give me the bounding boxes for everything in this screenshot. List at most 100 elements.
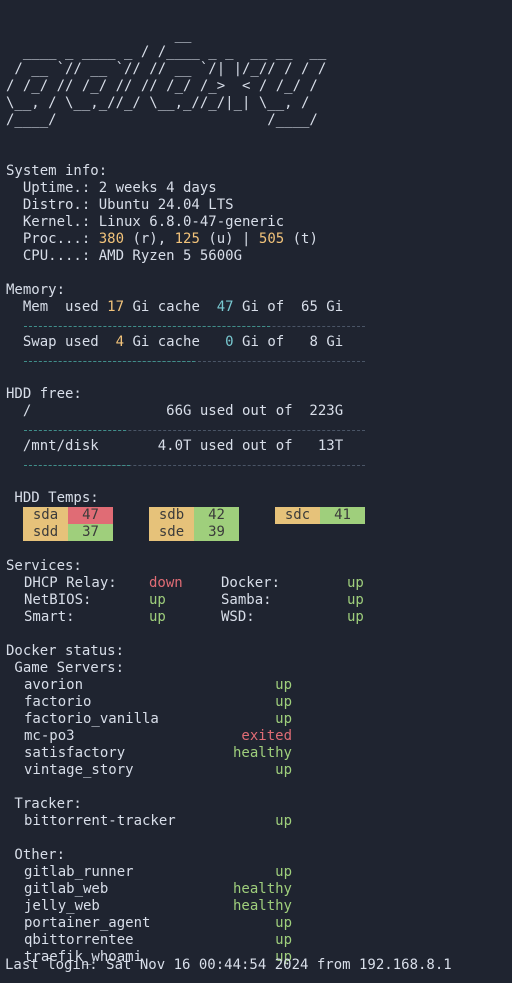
proc-total: 505 (258, 231, 285, 247)
container-status: exited (241, 728, 292, 744)
other-containers-list: gitlab_runner up gitlab_web healthy jelly_we… (6, 864, 512, 966)
container-status: up (275, 711, 292, 727)
mem-label: Mem used (6, 299, 108, 315)
root-disk-bar (24, 422, 365, 431)
service-row: DHCP Relay: down Docker: up (6, 575, 512, 592)
disk-temp-sdb: sdb 42 (149, 507, 239, 524)
mem-usage-fill (24, 326, 270, 327)
service-name: NetBIOS: (24, 592, 92, 608)
mem-mid: Gi cache (124, 299, 217, 315)
container-status: up (275, 694, 292, 710)
ascii-banner: __ ____ _ ____ _ / /____ _ _ __ __ __ / … (6, 27, 512, 129)
distro-label: Distro.: (6, 197, 99, 213)
proc-running: 380 (98, 231, 125, 247)
proc-line: Proc...: 380 (r), 125 (u) | 505 (t) (6, 231, 512, 248)
mem-line: Mem used 17 Gi cache 47 Gi of 65 Gi (6, 299, 512, 316)
docker-status-section: Docker status: Game Servers: avorion up fa… (6, 643, 512, 966)
disk-temp: 39 (194, 524, 239, 541)
mem-usage-bar (24, 318, 365, 327)
temp-row: sda 47 sdb 42 sdc 41 (6, 507, 512, 524)
section-heading: System info: (6, 163, 108, 179)
container-row: qbittorrentee up (6, 932, 512, 949)
hdd-free-section: HDD free: / 66G used out of 223G /mnt/di… (6, 386, 512, 466)
hdd-temps-section: HDD Temps: sda 47 sdb 42 sdc 41 sdd 37 sde 39 (6, 490, 512, 541)
container-status: up (275, 677, 292, 693)
container-row: portainer_agent up (6, 915, 512, 932)
container-row: avorion up (6, 677, 512, 694)
container-name: mc-po3 (24, 728, 75, 744)
proc-u-suffix: (u) | (199, 231, 259, 247)
service-name: Smart: (24, 609, 75, 625)
container-status: up (275, 813, 292, 829)
service-row: NetBIOS: up Samba: up (6, 592, 512, 609)
section-heading: Services: (6, 558, 82, 574)
container-status: healthy (232, 745, 292, 761)
container-name: gitlab_web (24, 881, 109, 897)
swap-label: Swap used (6, 334, 116, 350)
container-name: qbittorrentee (24, 932, 134, 948)
disk-name: sdc (275, 507, 320, 524)
disk-temp-sda: sda 47 (23, 507, 113, 524)
swap-mid: Gi cache (124, 334, 226, 350)
container-status: up (275, 915, 292, 931)
proc-r-suffix: (r), (124, 231, 175, 247)
service-row: Smart: up WSD: up (6, 609, 512, 626)
disk-temp: 41 (320, 507, 365, 524)
cpu-line: CPU....: AMD Ryzen 5 5600G (6, 248, 512, 265)
container-name: factorio (24, 694, 92, 710)
tracker-list: bittorrent-tracker up (6, 813, 512, 830)
container-status: up (275, 932, 292, 948)
container-row: gitlab_web healthy (6, 881, 512, 898)
kernel-value: Linux 6.8.0-47-generic (98, 214, 285, 230)
distro-line: Distro.: Ubuntu 24.04 LTS (6, 197, 512, 214)
ascii-line: \__, / \__,_//_/ \__,_//_/|_| \__, / (6, 95, 310, 111)
disk-temp: 42 (194, 507, 239, 524)
container-name: satisfactory (24, 745, 126, 761)
proc-user: 125 (174, 231, 200, 247)
service-status: up (347, 592, 364, 608)
container-name: jelly_web (24, 898, 100, 914)
kernel-label: Kernel.: (6, 214, 99, 230)
service-name: WSD: (221, 609, 255, 625)
disk-name: sde (149, 524, 194, 541)
root-disk-fill (24, 430, 127, 431)
container-name: vintage_story (24, 762, 134, 778)
mem-used: 17 (107, 299, 125, 315)
disk-name: sdb (149, 507, 194, 524)
service-status: down (149, 575, 183, 591)
container-status: up (275, 762, 292, 778)
disk-name: sda (23, 507, 68, 524)
swap-cache: 0 (225, 334, 234, 350)
container-name: factorio_vanilla (24, 711, 159, 727)
ascii-line: /____/ /____/ (6, 112, 318, 128)
section-heading: HDD free: (6, 386, 82, 402)
section-heading: Memory: (6, 282, 66, 298)
terminal-output[interactable]: __ ____ _ ____ _ / /____ _ _ __ __ __ / … (6, 27, 512, 966)
container-status: healthy (232, 881, 292, 897)
proc-label: Proc...: (6, 231, 99, 247)
container-row: vintage_story up (6, 762, 512, 779)
swap-usage-fill (24, 361, 195, 362)
disk-temp: 37 (68, 524, 113, 541)
container-name: gitlab_runner (24, 864, 134, 880)
last-login-line: Last login: Sat Nov 16 00:44:54 2024 fro… (5, 957, 452, 973)
ascii-line: ____ _ ____ _ / /____ _ _ __ __ __ (6, 44, 327, 60)
root-disk-line: / 66G used out of 223G (6, 403, 344, 419)
swap-used: 4 (115, 334, 125, 350)
mem-cache: 47 (216, 299, 234, 315)
game-servers-list: avorion up factorio up factorio_vanilla up mc-… (6, 677, 512, 779)
mnt-disk-bar (24, 457, 365, 466)
container-row: factorio_vanilla up (6, 711, 512, 728)
container-row: mc-po3 exited (6, 728, 512, 745)
disk-temp-sdd: sdd 37 (23, 524, 113, 541)
group-heading: Tracker: (6, 796, 82, 812)
cpu-label: CPU....: (6, 248, 99, 264)
service-name: Samba: (221, 592, 272, 608)
group-heading: Other: (6, 847, 66, 863)
service-name: Docker: (221, 575, 281, 591)
container-name: portainer_agent (24, 915, 151, 931)
container-status: healthy (232, 898, 292, 914)
service-name: DHCP Relay: (24, 575, 117, 591)
services-section: Services: DHCP Relay: down Docker: up Ne… (6, 558, 512, 626)
mnt-disk-fill (24, 465, 130, 466)
